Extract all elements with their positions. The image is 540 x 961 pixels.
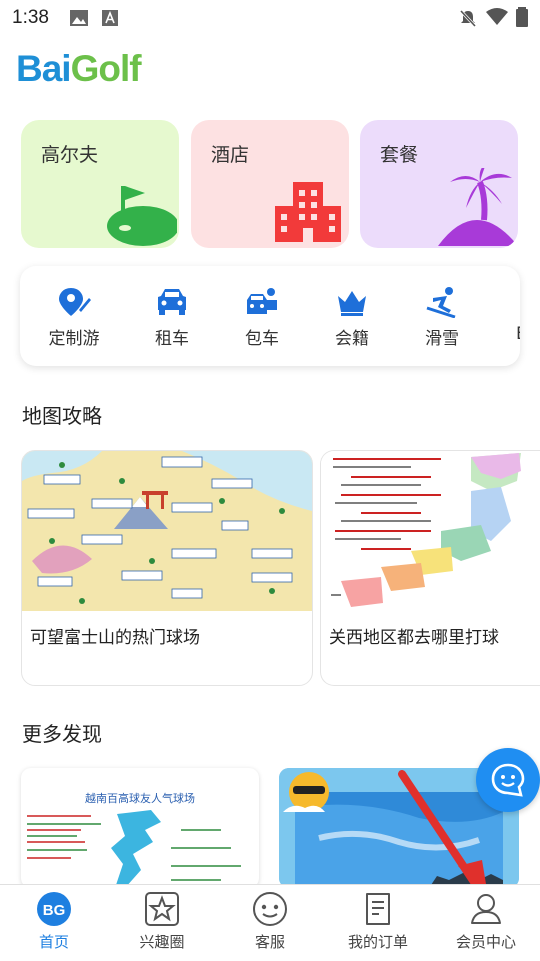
service-membership[interactable]: 会籍	[312, 286, 392, 350]
palm-tree-icon	[438, 168, 518, 246]
golf-flag-icon	[107, 186, 177, 246]
service-custom-tour[interactable]: 定制游	[34, 286, 114, 350]
service-car-rental[interactable]: 租车	[132, 286, 212, 350]
order-icon	[366, 893, 390, 925]
nav-label: 兴趣圈	[139, 933, 185, 951]
bg-home-icon: BG	[37, 892, 71, 926]
mute-icon	[459, 9, 477, 28]
ski-icon	[426, 287, 456, 318]
service-more[interactable]: B	[500, 286, 520, 350]
svg-text:BG: BG	[43, 902, 66, 919]
hotel-building-icon	[275, 182, 341, 242]
discover-section-title: 更多发现	[22, 722, 102, 746]
crown-icon	[338, 291, 366, 316]
category-hotel[interactable]: 酒店	[191, 120, 349, 248]
nav-home[interactable]: BG 首页	[0, 891, 108, 952]
service-label: 包车	[245, 329, 279, 349]
chat-bubble-icon	[491, 763, 525, 797]
category-label: 套餐	[380, 144, 419, 166]
nav-orders[interactable]: 我的订单	[324, 891, 432, 952]
service-label: 定制游	[48, 329, 100, 349]
category-label: 酒店	[211, 144, 250, 166]
vietnam-map-image	[27, 810, 241, 888]
category-label: 高尔夫	[41, 144, 99, 166]
service-ski[interactable]: 滑雪	[402, 286, 482, 350]
service-label: 会籍	[335, 329, 369, 349]
nav-interest[interactable]: 兴趣圈	[108, 891, 216, 952]
nav-label: 首页	[38, 933, 69, 951]
nav-label: 会员中心	[455, 933, 516, 951]
fuji-golf-map-image	[22, 451, 312, 611]
text-notification-icon	[102, 10, 118, 26]
car-rental-icon	[158, 289, 186, 315]
category-package[interactable]: 套餐	[360, 120, 518, 248]
discover-card-heading: 越南百高球友人气球场	[85, 792, 195, 805]
service-label: 滑雪	[425, 329, 459, 349]
nav-label: 客服	[254, 933, 285, 951]
map-card-caption: 可望富士山的热门球场	[30, 628, 200, 648]
status-bar: 1:38	[0, 0, 540, 36]
nav-member[interactable]: 会员中心	[432, 891, 540, 952]
wifi-icon	[486, 8, 508, 25]
service-label: B	[516, 324, 520, 344]
map-card-kansai[interactable]: 关西地区都去哪里打球	[320, 450, 540, 686]
member-icon	[471, 894, 501, 924]
service-chartered-car[interactable]: 包车	[222, 286, 302, 350]
bottom-nav: BG 首页 兴趣圈 客服 我的订单 会员中心	[0, 884, 540, 961]
status-time: 1:38	[12, 7, 49, 28]
category-golf[interactable]: 高尔夫	[21, 120, 179, 248]
star-icon	[145, 892, 179, 926]
map-card-caption: 关西地区都去哪里打球	[329, 628, 499, 648]
nav-service[interactable]: 客服	[216, 891, 324, 952]
brand-logo: BaiGolf	[16, 48, 142, 90]
floating-chat-button[interactable]	[476, 748, 540, 812]
quick-services-bar: 定制游 租车 包车 会籍 滑雪 B	[20, 266, 520, 366]
kansai-golf-map-image	[321, 451, 540, 611]
map-section-title: 地图攻略	[22, 404, 102, 428]
logo-part-bai: Bai	[16, 48, 72, 89]
discover-card-vietnam[interactable]: 越南百高球友人气球场	[21, 768, 259, 888]
map-card-fuji[interactable]: 可望富士山的热门球场	[21, 450, 313, 686]
service-label: 租车	[155, 329, 189, 349]
chat-face-icon	[253, 892, 287, 926]
custom-tour-icon	[59, 288, 91, 316]
chartered-car-icon	[247, 288, 277, 314]
nav-label: 我的订单	[347, 933, 408, 951]
logo-part-golf: Golf	[70, 48, 142, 89]
image-notification-icon	[70, 10, 88, 26]
battery-icon	[516, 7, 528, 27]
